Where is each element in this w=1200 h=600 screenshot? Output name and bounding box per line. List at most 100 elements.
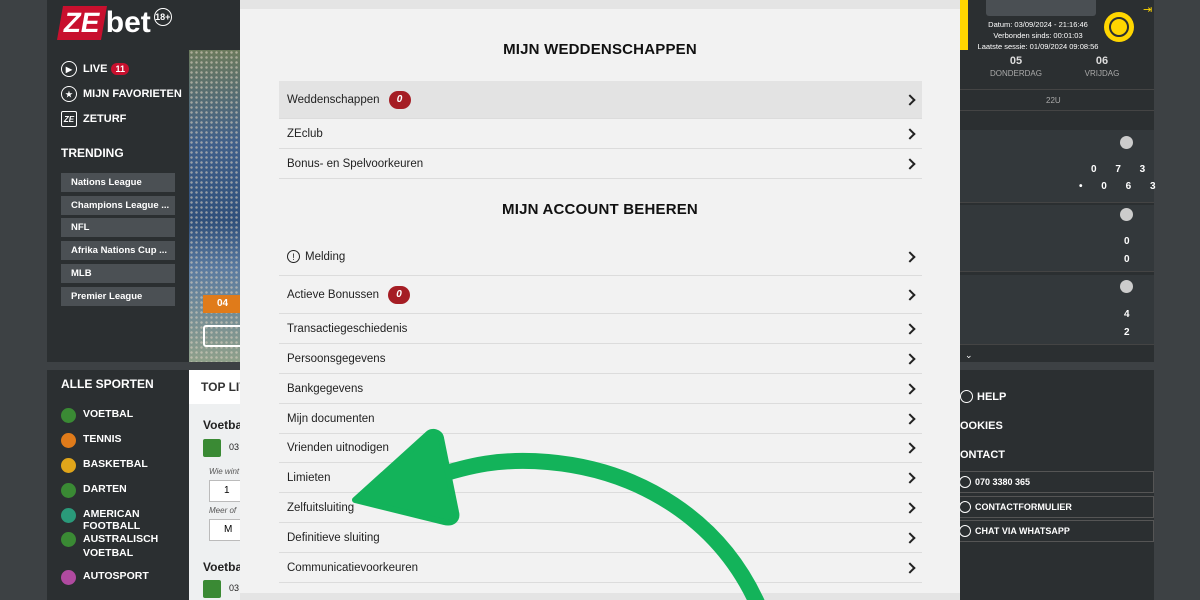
play-icon: ▶ [61, 61, 77, 77]
football-icon [203, 580, 221, 598]
calendar-day[interactable]: 05 DONDERDAG [976, 55, 1056, 78]
star-icon: ★ [61, 86, 77, 102]
menu-item-label: Communicatievoorkeuren [287, 561, 419, 574]
event-code: 03 [229, 583, 240, 593]
sport-item[interactable]: VOETBAL [61, 408, 133, 423]
modal-top-strip [240, 0, 960, 9]
session-info: Datum: 03/09/2024 - 21:16:46 Verbonden s… [968, 19, 1108, 52]
menu-item-definitive-closure[interactable]: Definitieve sluiting [279, 523, 922, 553]
sport-item[interactable]: AUTOSPORT [61, 570, 149, 585]
menu-item-limits[interactable]: Limieten [279, 463, 922, 493]
score-line: 0 7 3 [1091, 164, 1154, 175]
menu-item-weddenschappen[interactable]: Weddenschappen 0 [279, 81, 922, 119]
phone-label: 070 3380 365 [975, 477, 1031, 487]
cookies-link[interactable]: OOKIES [960, 420, 1003, 432]
menu-item-label: Actieve Bonussen [287, 288, 380, 301]
menu-item-personal-data[interactable]: Persoonsgegevens [279, 344, 922, 374]
score-line: • 0 6 3 [1079, 181, 1164, 192]
nav-zeturf[interactable]: ZE ZETURF [61, 111, 126, 127]
market-label: Meer of [209, 506, 237, 515]
match-card[interactable]: 0 7 3 • 0 6 3 [960, 130, 1156, 203]
nav-favorites[interactable]: ★ MIJN FAVORIETEN [61, 86, 182, 102]
calendar-day[interactable]: 06 VRIJDAG [1062, 55, 1142, 78]
help-icon [960, 390, 973, 403]
match-card[interactable]: 4 2 [960, 275, 1154, 345]
menu-item-label: Zelfuitsluiting [287, 501, 355, 514]
sport-item[interactable]: BASKETBAL [61, 458, 148, 473]
mail-icon [959, 501, 971, 513]
nav-live[interactable]: ▶ LIVE 11 [61, 61, 129, 77]
account-accent-strip [960, 0, 968, 50]
live-count-badge: 11 [111, 63, 129, 75]
score-line: 4 [1124, 309, 1138, 320]
info-icon: ! [287, 250, 300, 263]
menu-item-bank-details[interactable]: Bankgegevens [279, 374, 922, 404]
menu-item-self-exclusion[interactable]: Zelfuitsluiting [279, 493, 922, 523]
darts-icon [61, 483, 76, 498]
balance-box[interactable] [986, 0, 1096, 16]
chevron-right-icon [904, 561, 916, 574]
contact-form-link[interactable]: CONTACTFORMULIER [955, 496, 1154, 518]
help-link[interactable]: HELP [960, 390, 1006, 403]
zeturf-icon: ZE [61, 111, 77, 127]
logout-icon[interactable]: ⇥ [1143, 3, 1152, 16]
contact-heading: ONTACT [960, 449, 1005, 461]
chevron-right-icon [904, 501, 916, 514]
menu-item-zeclub[interactable]: ZEclub [279, 119, 922, 149]
chevron-down-icon[interactable]: ⌄ [965, 350, 973, 361]
menu-item-label: Weddenschappen [287, 93, 380, 106]
whatsapp-label: CHAT VIA WHATSAPP [975, 526, 1070, 536]
sport-item[interactable]: AMERICAN FOOTBALL [61, 508, 189, 532]
nav-favorites-label: MIJN FAVORIETEN [83, 88, 182, 100]
tennis-icon [61, 433, 76, 448]
trending-tag[interactable]: MLB [61, 264, 175, 283]
menu-item-documents[interactable]: Mijn documenten [279, 404, 922, 434]
chevron-right-icon [904, 127, 916, 140]
trending-tag[interactable]: Nations League [61, 173, 175, 192]
sports-list: ALLE SPORTEN VOETBAL TENNIS BASKETBAL DA… [47, 370, 189, 600]
account-menu-modal: MIJN WEDDENSCHAPPEN Weddenschappen 0 ZEc… [240, 0, 960, 600]
phone-link[interactable]: 070 3380 365 [955, 471, 1154, 493]
trending-tag[interactable]: Afrika Nations Cup ... [61, 241, 175, 260]
basketball-icon [61, 458, 76, 473]
menu-item-invite-friends[interactable]: Vrienden uitnodigen [279, 434, 922, 463]
sport-label: VOETBAL [83, 408, 134, 420]
odds-button[interactable]: 1 [209, 480, 240, 502]
menu-item-label: Bankgegevens [287, 382, 364, 395]
menu-item-melding[interactable]: ! Melding [279, 238, 922, 276]
sport-icon [1120, 280, 1133, 293]
hero-badge: 04 [203, 295, 240, 313]
modal-bottom-strip [240, 593, 960, 600]
sport-item[interactable]: AUSTRALISCH VOETBAL [61, 532, 181, 560]
trending-tag[interactable]: Champions League ... [61, 196, 175, 215]
crowd-pattern [189, 50, 240, 362]
age-badge: 18+ [153, 8, 172, 26]
menu-item-bonus-preferences[interactable]: Bonus- en Spelvoorkeuren [279, 149, 922, 179]
menu-item-label: Bonus- en Spelvoorkeuren [287, 157, 424, 170]
menu-item-transactions[interactable]: Transactiegeschiedenis [279, 314, 922, 344]
phone-icon [959, 476, 971, 488]
sport-item[interactable]: DARTEN [61, 483, 127, 498]
logo-bet: bet [105, 6, 151, 39]
sport-label: BASKETBAL [83, 458, 148, 470]
sport-item[interactable]: TENNIS [61, 433, 122, 448]
menu-item-active-bonuses[interactable]: Actieve Bonussen 0 [279, 276, 922, 314]
chevron-right-icon [904, 288, 916, 301]
whatsapp-link[interactable]: CHAT VIA WHATSAPP [955, 520, 1154, 542]
chevron-right-icon [904, 531, 916, 544]
market-label: Wie wint [209, 467, 240, 476]
trending-tag[interactable]: Premier League [61, 287, 175, 306]
hero-banner-image[interactable]: 04 [189, 50, 240, 362]
account-avatar-button[interactable] [1104, 12, 1134, 42]
event-section-title: Voetba [203, 418, 240, 432]
day-number: 06 [1095, 55, 1109, 67]
menu-item-label: Limieten [287, 471, 331, 484]
odds-button[interactable]: M [209, 519, 240, 541]
trending-tag[interactable]: NFL [61, 218, 175, 237]
top-live-heading: TOP LIV [189, 370, 240, 404]
hero-button[interactable] [203, 325, 240, 347]
zebet-logo[interactable]: ZE bet 18+ [57, 6, 172, 40]
menu-item-communication-preferences[interactable]: Communicatievoorkeuren [279, 553, 922, 583]
chevron-right-icon [904, 322, 916, 335]
match-card[interactable]: 0 0 [960, 205, 1154, 272]
